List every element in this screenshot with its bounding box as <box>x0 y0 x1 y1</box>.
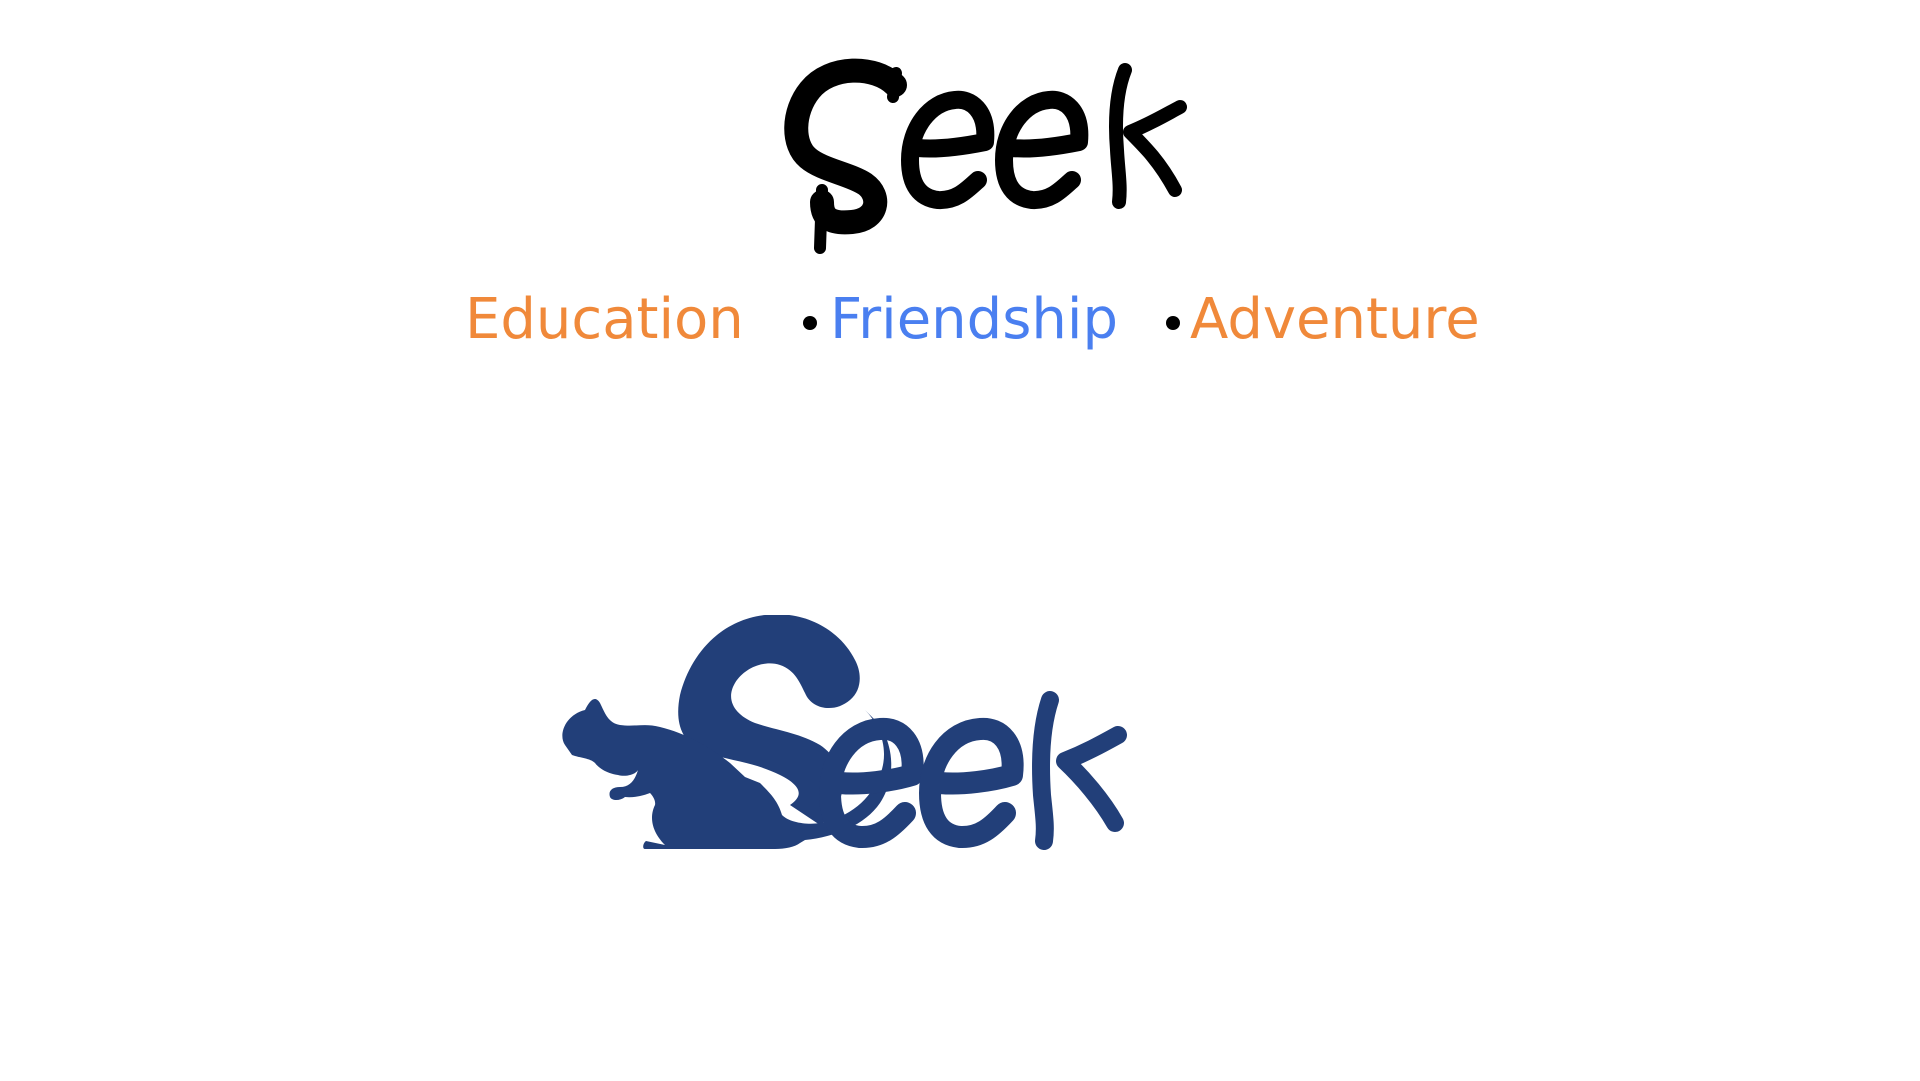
tagline: Education Friendship Adventure <box>465 287 1480 352</box>
logo-letter-e2 <box>995 90 1089 210</box>
tagline-word-friendship: Friendship <box>830 287 1118 352</box>
tagline-word-adventure: Adventure <box>1190 287 1480 352</box>
tagline-separator-dot <box>803 316 817 330</box>
logo-letter-s <box>784 58 907 254</box>
logo-letter-e1 <box>901 90 995 210</box>
logo-letter-e2 <box>919 717 1024 848</box>
logo-letter-k <box>1108 63 1187 209</box>
tagline-word-education: Education <box>465 287 744 352</box>
seek-logo-black <box>784 58 1187 254</box>
seek-logo-navy <box>562 615 1127 850</box>
tagline-separator-dot <box>1166 316 1180 330</box>
logo-letter-k <box>1031 691 1127 850</box>
logo-letter-e1 <box>819 717 924 848</box>
